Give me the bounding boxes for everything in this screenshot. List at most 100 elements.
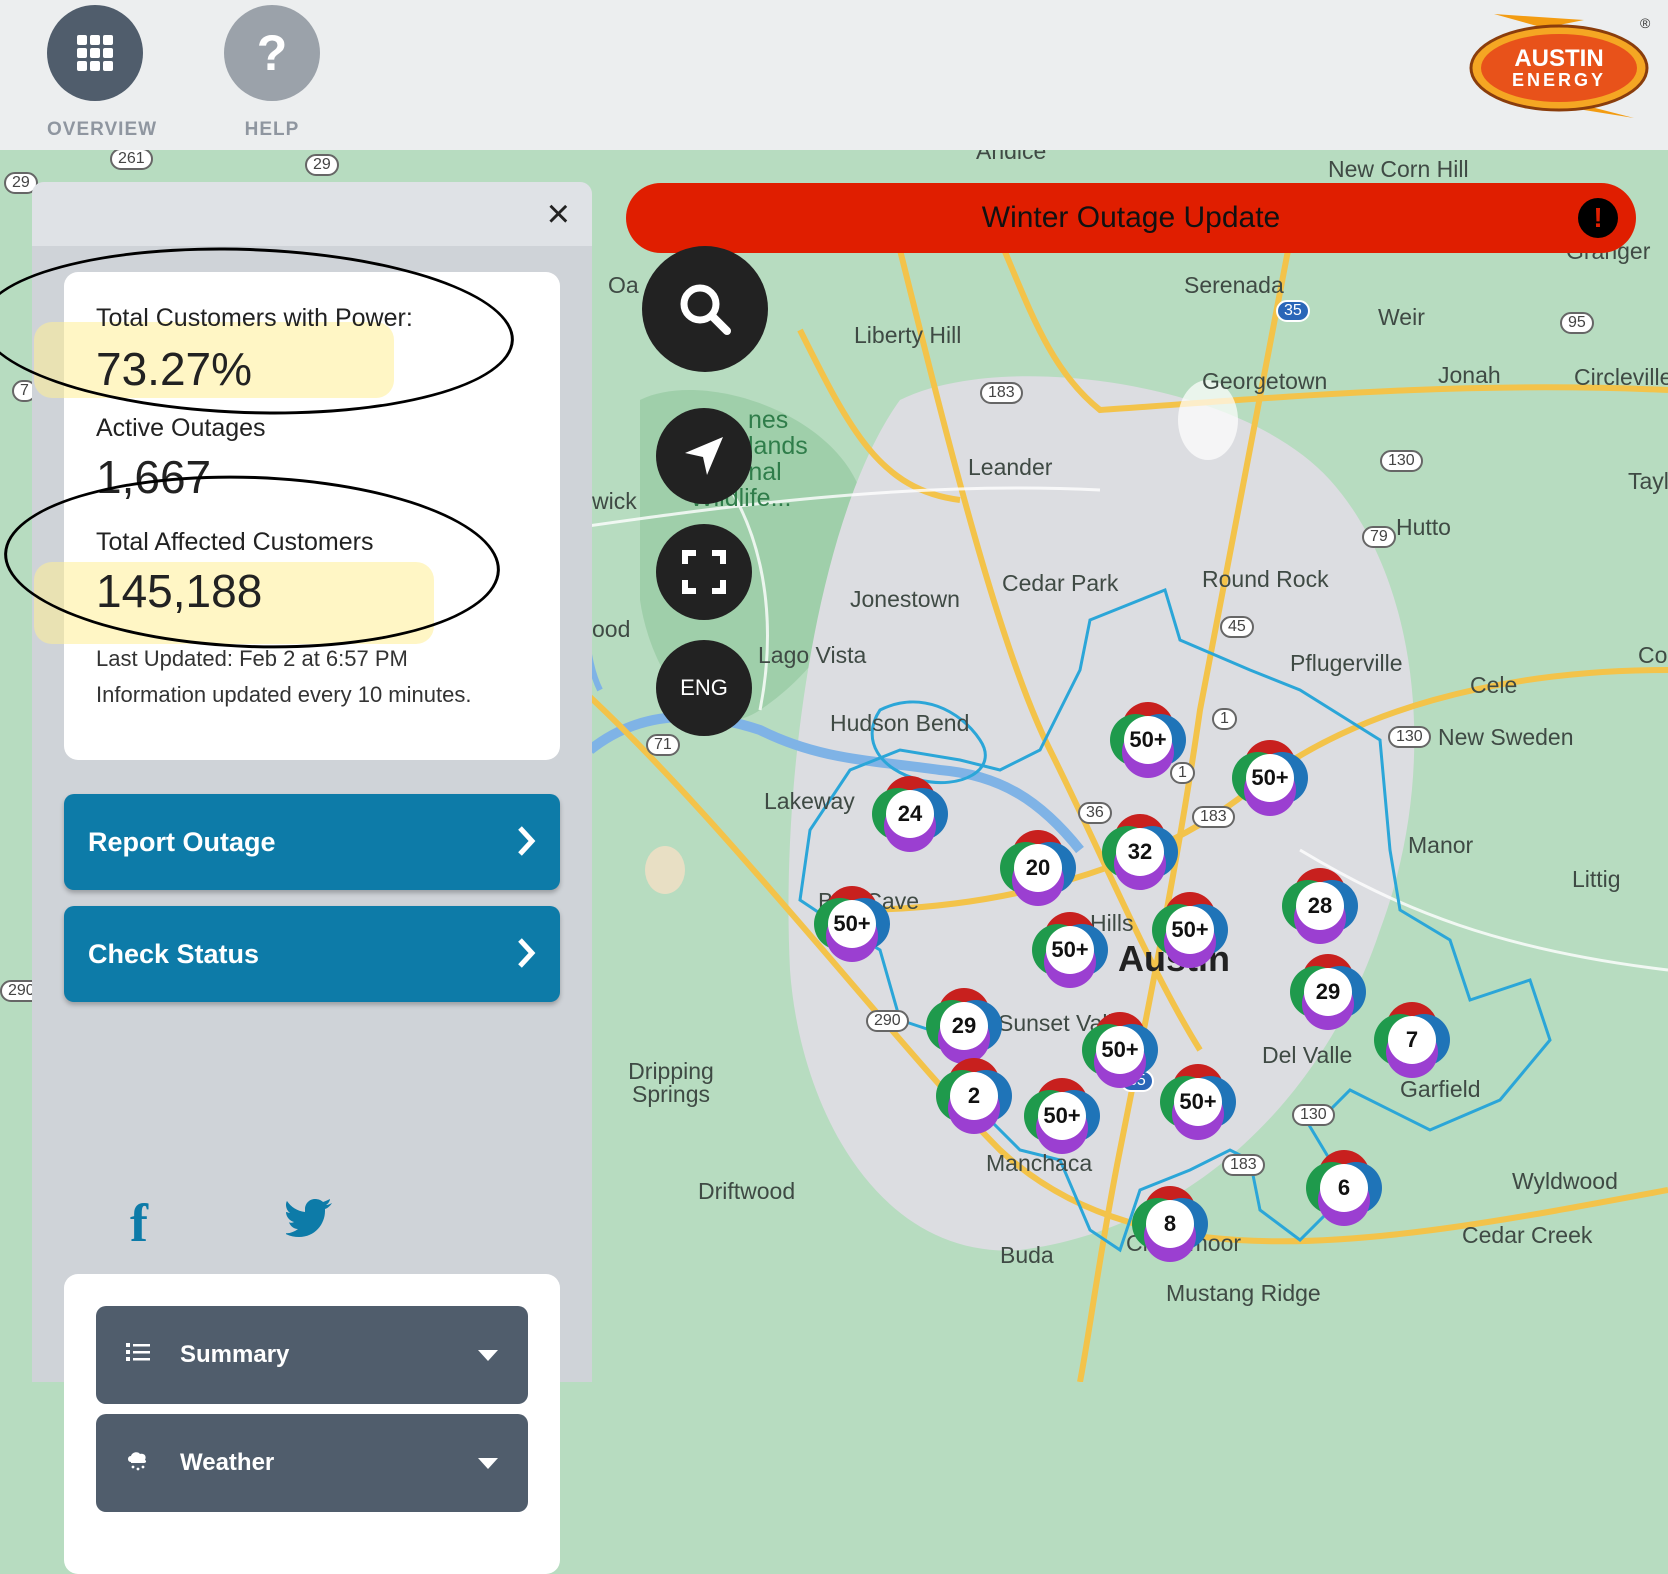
twitter-icon[interactable] bbox=[284, 1198, 334, 1243]
place-label: Mustang Ridge bbox=[1166, 1280, 1321, 1306]
place-label: Co bbox=[1638, 642, 1668, 668]
weather-icon bbox=[128, 1452, 147, 1471]
search-button[interactable] bbox=[642, 246, 768, 372]
report-outage-button[interactable]: Report Outage bbox=[64, 794, 560, 890]
place-label: Dripping Springs bbox=[628, 1058, 714, 1107]
outage-cluster[interactable]: 50+ bbox=[1082, 1012, 1158, 1088]
route-shield: 130 bbox=[1388, 726, 1431, 748]
austin-energy-logo: AUSTIN ENERGY ® bbox=[1464, 10, 1654, 122]
cluster-count: 50+ bbox=[1124, 716, 1172, 764]
outage-cluster[interactable]: 50+ bbox=[814, 886, 890, 962]
facebook-icon[interactable]: f bbox=[130, 1192, 148, 1254]
route-shield: 290 bbox=[866, 1010, 909, 1032]
overview-nav[interactable]: OVERVIEW bbox=[47, 5, 156, 141]
weather-dropdown[interactable]: Weather bbox=[96, 1414, 528, 1512]
outage-cluster[interactable]: 8 bbox=[1132, 1186, 1208, 1262]
cluster-count: 32 bbox=[1116, 828, 1164, 876]
place-label: New Corn Hill bbox=[1328, 156, 1469, 182]
outage-cluster[interactable]: 50+ bbox=[1110, 702, 1186, 778]
check-status-button[interactable]: Check Status bbox=[64, 906, 560, 1002]
place-label: Wyldwood bbox=[1512, 1168, 1618, 1194]
route-shield: 79 bbox=[1362, 526, 1396, 548]
navigation-arrow-icon bbox=[685, 437, 723, 475]
language-button[interactable]: ENG bbox=[656, 640, 752, 736]
place-label: Lakeway bbox=[764, 788, 855, 814]
place-label: Manor bbox=[1408, 832, 1474, 858]
wildlife-label: nes bbox=[748, 406, 789, 434]
summary-dropdown[interactable]: Summary bbox=[96, 1306, 528, 1404]
summary-label[interactable]: Summary bbox=[180, 1341, 289, 1369]
cluster-count: 29 bbox=[940, 1002, 988, 1050]
cluster-count: 24 bbox=[886, 790, 934, 838]
outage-cluster[interactable]: 32 bbox=[1102, 814, 1178, 890]
svg-text:AUSTIN: AUSTIN bbox=[1514, 45, 1603, 72]
fullscreen-icon bbox=[682, 550, 726, 594]
grid-icon[interactable] bbox=[47, 5, 143, 101]
cluster-count: 50+ bbox=[1096, 1026, 1144, 1074]
place-label: Driftwood bbox=[698, 1178, 796, 1204]
outage-cluster[interactable]: 29 bbox=[1290, 954, 1366, 1030]
close-icon[interactable]: × bbox=[547, 192, 570, 237]
place-label: wick bbox=[592, 488, 637, 514]
place-label: Garfield bbox=[1400, 1076, 1481, 1102]
route-shield: 130 bbox=[1292, 1104, 1335, 1126]
cluster-count: 2 bbox=[950, 1072, 998, 1120]
cluster-count: 8 bbox=[1146, 1200, 1194, 1248]
report-outage-label[interactable]: Report Outage bbox=[88, 827, 276, 858]
route-shield: 95 bbox=[1560, 312, 1594, 334]
cluster-count: 50+ bbox=[828, 900, 876, 948]
route-shield: 183 bbox=[1222, 1154, 1265, 1176]
weather-label[interactable]: Weather bbox=[180, 1449, 274, 1477]
place-label: Leander bbox=[968, 454, 1053, 480]
outage-cluster[interactable]: 2 bbox=[936, 1058, 1012, 1134]
fullscreen-button[interactable] bbox=[656, 524, 752, 620]
outage-cluster[interactable]: 50+ bbox=[1232, 740, 1308, 816]
place-label: Taylor bbox=[1628, 468, 1668, 494]
overview-label[interactable]: OVERVIEW bbox=[47, 119, 156, 141]
cluster-count: 50+ bbox=[1166, 906, 1214, 954]
place-label: Cedar Park bbox=[1002, 570, 1119, 596]
help-nav[interactable]: ? HELP bbox=[224, 5, 320, 141]
locate-button[interactable] bbox=[656, 408, 752, 504]
outage-cluster[interactable]: 50+ bbox=[1032, 912, 1108, 988]
route-shield: 183 bbox=[1192, 806, 1235, 828]
place-label: Round Rock bbox=[1202, 566, 1329, 592]
list-icon bbox=[126, 1343, 150, 1361]
svg-text:ENERGY: ENERGY bbox=[1512, 70, 1606, 90]
chevron-right-icon bbox=[518, 826, 536, 856]
place-label: Oa bbox=[608, 272, 639, 298]
cluster-count: 6 bbox=[1320, 1164, 1368, 1212]
cluster-count: 7 bbox=[1388, 1016, 1436, 1064]
help-label[interactable]: HELP bbox=[224, 119, 320, 141]
exclamation-icon[interactable]: ! bbox=[1578, 198, 1618, 238]
route-shield: 71 bbox=[646, 734, 680, 756]
outage-cluster[interactable]: 29 bbox=[926, 988, 1002, 1064]
place-label: ood bbox=[592, 616, 631, 642]
help-icon[interactable]: ? bbox=[224, 5, 320, 101]
alert-text[interactable]: Winter Outage Update bbox=[982, 201, 1281, 235]
panel-header: × bbox=[32, 182, 592, 246]
outage-cluster[interactable]: 7 bbox=[1374, 1002, 1450, 1078]
outage-cluster[interactable]: 28 bbox=[1282, 868, 1358, 944]
outage-cluster[interactable]: 50+ bbox=[1160, 1064, 1236, 1140]
outage-cluster[interactable]: 50+ bbox=[1152, 892, 1228, 968]
check-status-label[interactable]: Check Status bbox=[88, 939, 259, 970]
search-icon bbox=[680, 284, 731, 335]
wildlife-label: lands bbox=[748, 432, 808, 460]
outage-cluster[interactable]: 20 bbox=[1000, 830, 1076, 906]
interstate-shield: 35 bbox=[1276, 300, 1310, 322]
outage-cluster[interactable]: 24 bbox=[872, 776, 948, 852]
route-shield: 45 bbox=[1220, 616, 1254, 638]
update-note: Information updated every 10 minutes. bbox=[96, 682, 472, 707]
route-shield: 1 bbox=[1212, 708, 1237, 730]
winter-outage-alert[interactable]: Winter Outage Update ! bbox=[626, 183, 1636, 253]
outage-cluster[interactable]: 50+ bbox=[1024, 1078, 1100, 1154]
place-label: Liberty Hill bbox=[854, 322, 962, 348]
outage-cluster[interactable]: 6 bbox=[1306, 1150, 1382, 1226]
place-label: Georgetown bbox=[1202, 368, 1328, 394]
place-label: Littig bbox=[1572, 866, 1621, 892]
cluster-count: 50+ bbox=[1174, 1078, 1222, 1126]
place-label: Serenada bbox=[1184, 272, 1284, 298]
route-shield: 183 bbox=[980, 382, 1023, 404]
place-label: Jonah bbox=[1438, 362, 1501, 388]
